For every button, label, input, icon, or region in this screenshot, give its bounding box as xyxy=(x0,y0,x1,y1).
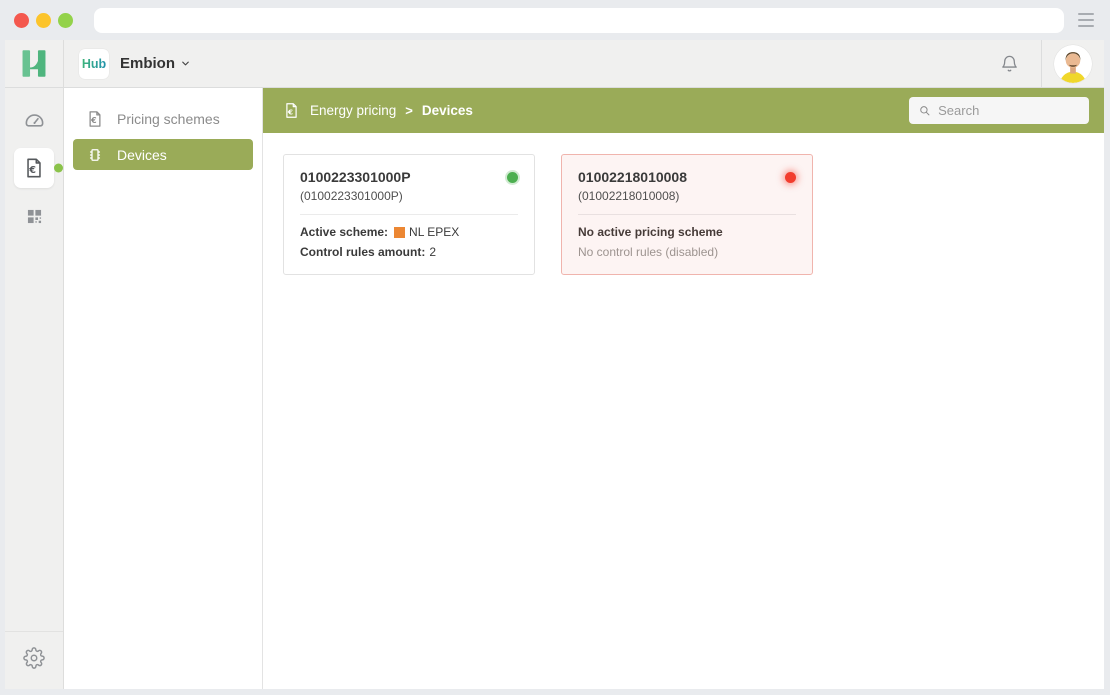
device-serial: (0100223301000P) xyxy=(300,189,411,203)
sidebar: Pricing schemes Devices xyxy=(64,88,263,689)
chevron-down-icon xyxy=(180,58,191,69)
window-close-button[interactable] xyxy=(14,13,29,28)
sidebar-item-label: Pricing schemes xyxy=(117,111,220,127)
window-minimize-button[interactable] xyxy=(36,13,51,28)
search-icon xyxy=(918,103,931,118)
search-input[interactable] xyxy=(938,103,1080,118)
org-name: Embion xyxy=(120,55,175,72)
breadcrumb-separator: > xyxy=(405,103,413,118)
sidebar-item-pricing-schemes[interactable]: Pricing schemes xyxy=(73,103,253,134)
browser-window: Hub Embion xyxy=(0,0,1110,695)
scheme-color-swatch xyxy=(394,227,405,238)
rail-item-settings[interactable] xyxy=(23,647,45,669)
h-logo-icon xyxy=(19,47,49,80)
breadcrumb-energy-pricing[interactable]: Energy pricing xyxy=(310,103,396,118)
hub-badge[interactable]: Hub xyxy=(79,49,109,79)
app-frame: Hub Embion xyxy=(0,40,1110,695)
device-cards-area: 0100223301000P (0100223301000P) Active s… xyxy=(263,133,1104,296)
no-scheme-text: No active pricing scheme xyxy=(578,225,796,239)
gauge-icon xyxy=(23,109,46,132)
rail-bottom xyxy=(5,631,63,689)
rail-item-dashboard[interactable] xyxy=(14,100,54,140)
device-card-0100223301000P[interactable]: 0100223301000P (0100223301000P) Active s… xyxy=(283,154,535,275)
device-card-01002218010008[interactable]: 01002218010008 (01002218010008) No activ… xyxy=(561,154,813,275)
app-header: Hub Embion xyxy=(5,40,1104,88)
rail-item-energy-pricing[interactable] xyxy=(14,148,54,188)
notifications-bell-icon[interactable] xyxy=(1000,54,1019,73)
modules-grid-icon xyxy=(24,206,45,227)
search-box xyxy=(909,97,1089,124)
org-switcher[interactable]: Embion xyxy=(120,55,191,72)
breadcrumb-devices: Devices xyxy=(422,103,473,118)
gear-icon xyxy=(23,647,45,669)
card-divider xyxy=(300,214,518,215)
app-logo[interactable] xyxy=(5,40,64,87)
avatar-illustration xyxy=(1054,45,1092,83)
user-avatar[interactable] xyxy=(1054,45,1092,83)
active-scheme-label: Active scheme: xyxy=(300,225,388,239)
rail-item-modules[interactable] xyxy=(14,196,54,236)
icon-rail xyxy=(5,88,64,689)
browser-menu-icon[interactable] xyxy=(1076,11,1096,29)
status-dot-online xyxy=(507,172,518,183)
active-scheme-row: Active scheme: NL EPEX xyxy=(300,225,518,239)
status-dot-error xyxy=(785,172,796,183)
device-name: 01002218010008 xyxy=(578,169,687,185)
sidebar-item-devices[interactable]: Devices xyxy=(73,139,253,170)
control-rules-value: 2 xyxy=(429,245,436,259)
browser-chrome xyxy=(0,0,1110,40)
pricing-document-icon xyxy=(23,157,45,179)
sidebar-item-label: Devices xyxy=(117,147,167,163)
notification-dot xyxy=(54,164,63,173)
control-rules-row: Control rules amount: 2 xyxy=(300,245,518,259)
control-rules-label: Control rules amount: xyxy=(300,245,425,259)
no-rules-text: No control rules (disabled) xyxy=(578,245,796,259)
active-scheme-value: NL EPEX xyxy=(409,225,459,239)
card-divider xyxy=(578,214,796,215)
window-maximize-button[interactable] xyxy=(58,13,73,28)
chip-icon xyxy=(86,146,104,164)
main-panel: Energy pricing > Devices xyxy=(263,88,1104,689)
pricing-document-icon xyxy=(86,110,104,128)
device-serial: (01002218010008) xyxy=(578,189,687,203)
address-bar[interactable] xyxy=(94,8,1064,33)
device-name: 0100223301000P xyxy=(300,169,411,185)
hub-badge-label: Hub xyxy=(82,57,106,71)
breadcrumb-bar: Energy pricing > Devices xyxy=(263,88,1104,133)
pricing-document-icon xyxy=(283,102,300,119)
